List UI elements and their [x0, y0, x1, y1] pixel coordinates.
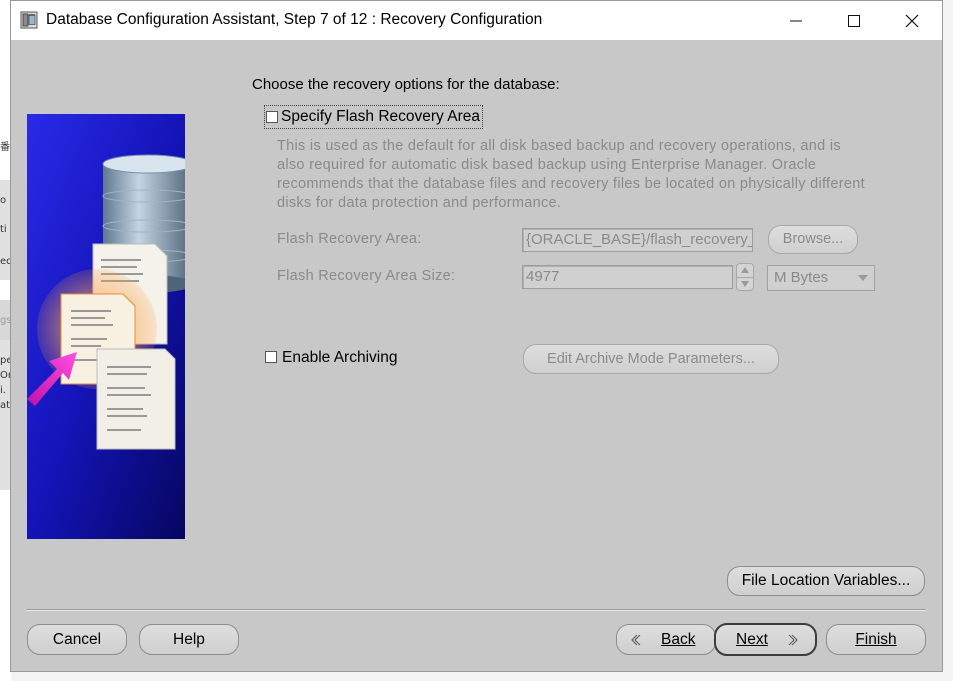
- close-button[interactable]: [889, 1, 935, 40]
- next-button[interactable]: Next: [714, 623, 817, 656]
- flash-recovery-description: This is used as the default for all disk…: [277, 137, 927, 213]
- minimize-icon: [790, 20, 802, 21]
- browse-button[interactable]: Browse...: [768, 225, 858, 254]
- size-spinner[interactable]: [736, 263, 754, 291]
- title-bar[interactable]: Database Configuration Assistant, Step 7…: [11, 1, 942, 40]
- finish-button[interactable]: Finish: [826, 624, 926, 655]
- flash-recovery-label[interactable]: Specify Flash Recovery Area: [281, 108, 480, 126]
- chevron-right-icon: [788, 634, 798, 646]
- flash-recovery-area-field[interactable]: {ORACLE_BASE}/flash_recovery_: [522, 228, 753, 252]
- app-icon: [20, 11, 38, 29]
- footer-separator: [26, 609, 926, 611]
- chevron-left-icon: [631, 634, 641, 646]
- size-unit-value: M Bytes: [774, 269, 829, 286]
- description-line: recommends that the database files and r…: [277, 176, 865, 192]
- wizard-illustration: [27, 114, 185, 539]
- dbca-dialog: Database Configuration Assistant, Step 7…: [10, 0, 943, 672]
- description-line: also required for automatic disk based b…: [277, 157, 817, 173]
- enable-archiving-checkbox[interactable]: [265, 351, 277, 363]
- description-line: disks for data protection and performanc…: [277, 195, 562, 211]
- spinner-up-icon: [741, 267, 749, 273]
- flash-recovery-size-label: Flash Recovery Area Size:: [277, 268, 456, 284]
- flash-recovery-checkbox[interactable]: [266, 111, 278, 123]
- close-icon: [905, 14, 919, 27]
- help-button[interactable]: Help: [139, 624, 239, 655]
- chevron-down-icon: [854, 268, 872, 288]
- window-title: Database Configuration Assistant, Step 7…: [46, 11, 543, 28]
- next-label: Next: [736, 631, 768, 648]
- back-button[interactable]: Back: [616, 624, 716, 655]
- spinner-down-icon: [741, 281, 749, 287]
- maximize-icon: [848, 14, 860, 27]
- maximize-button[interactable]: [831, 1, 877, 40]
- cancel-button[interactable]: Cancel: [27, 624, 127, 655]
- finish-label: Finish: [855, 631, 897, 648]
- back-label: Back: [661, 631, 696, 648]
- flash-recovery-area-label: Flash Recovery Area:: [277, 231, 422, 247]
- recovery-prompt: Choose the recovery options for the data…: [252, 76, 560, 93]
- enable-archiving-label[interactable]: Enable Archiving: [282, 349, 397, 367]
- minimize-button[interactable]: [773, 1, 819, 40]
- description-line: This is used as the default for all disk…: [277, 138, 841, 154]
- size-unit-select[interactable]: M Bytes: [767, 265, 875, 291]
- edit-archive-params-button[interactable]: Edit Archive Mode Parameters...: [523, 344, 779, 374]
- flash-recovery-size-field[interactable]: 4977: [522, 265, 733, 289]
- file-location-variables-button[interactable]: File Location Variables...: [727, 566, 925, 596]
